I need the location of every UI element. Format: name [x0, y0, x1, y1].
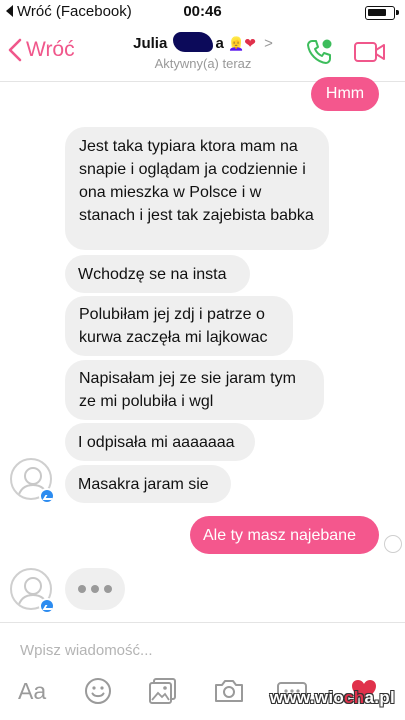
- typing-dot: [91, 585, 99, 593]
- message-bubble-incoming[interactable]: Wchodzę se na insta: [65, 255, 250, 293]
- messenger-screen: Wróć (Facebook) 00:46 Wróć Julia a 👱‍♀️❤…: [0, 0, 405, 720]
- read-receipt-avatar: [384, 535, 402, 553]
- photo-gallery-icon: [149, 678, 176, 704]
- typing-dot: [104, 585, 112, 593]
- contact-first-name: Julia: [133, 35, 168, 52]
- redaction-scribble: [173, 32, 214, 52]
- contact-last-name-partial: a: [215, 35, 224, 52]
- phone-icon: [307, 39, 332, 64]
- gallery-button[interactable]: [148, 677, 178, 710]
- camera-button[interactable]: [213, 677, 245, 710]
- typing-indicator: [65, 568, 125, 610]
- message-bubble-incoming[interactable]: Masakra jaram sie: [65, 465, 231, 503]
- back-button[interactable]: Wróć: [8, 38, 75, 62]
- smiley-icon: [85, 678, 111, 704]
- video-camera-icon: [354, 42, 385, 62]
- woman-emoji: 👱‍♀️: [228, 36, 245, 51]
- messenger-badge-icon: [39, 488, 55, 504]
- message-bubble-incoming[interactable]: Jest taka typiara ktora mam na snapie i …: [65, 127, 329, 250]
- typing-dot: [78, 585, 86, 593]
- battery-icon: [365, 6, 399, 20]
- conversation-header: Wróć Julia a 👱‍♀️❤ > Aktywny(a) teraz: [0, 26, 405, 82]
- message-list[interactable]: Hmm Jest taka typiara ktora mam na snapi…: [0, 77, 405, 620]
- camera-icon: [215, 680, 243, 702]
- message-bubble-incoming[interactable]: I odpisała mi aaaaaaa: [65, 423, 255, 461]
- clock: 00:46: [183, 3, 222, 20]
- status-bar: Wróć (Facebook) 00:46: [0, 0, 405, 26]
- call-button[interactable]: [305, 38, 333, 71]
- contact-info[interactable]: Julia a 👱‍♀️❤ > Aktywny(a) teraz: [128, 32, 278, 71]
- message-input[interactable]: [20, 637, 380, 663]
- back-label: Wróć: [26, 38, 75, 61]
- heart-emoji: ❤: [244, 35, 256, 51]
- message-bubble-incoming[interactable]: Polubiłam jej zdj i patrze o kurwa zaczę…: [65, 296, 293, 356]
- message-bubble-outgoing[interactable]: Ale ty masz najebane: [190, 516, 379, 554]
- contact-status: Aktywny(a) teraz: [154, 56, 252, 71]
- watermark: www.wiocha.pl: [270, 688, 395, 708]
- watermark-highlight: ch: [344, 688, 365, 707]
- emoji-button[interactable]: [84, 677, 112, 710]
- chevron-right-icon: >: [264, 35, 273, 52]
- watermark-text: www.wio: [269, 688, 345, 707]
- messenger-badge-icon: [39, 598, 55, 614]
- contact-name: Julia a 👱‍♀️❤ >: [128, 32, 278, 52]
- watermark-text-end: a.pl: [364, 688, 395, 707]
- message-bubble-outgoing[interactable]: Hmm: [311, 77, 379, 111]
- video-call-button[interactable]: [353, 40, 387, 69]
- chevron-left-icon: [8, 38, 22, 62]
- text-style-button[interactable]: Aa: [18, 678, 46, 705]
- message-bubble-incoming[interactable]: Napisałam jej ze sie jaram tym ze mi pol…: [65, 360, 324, 420]
